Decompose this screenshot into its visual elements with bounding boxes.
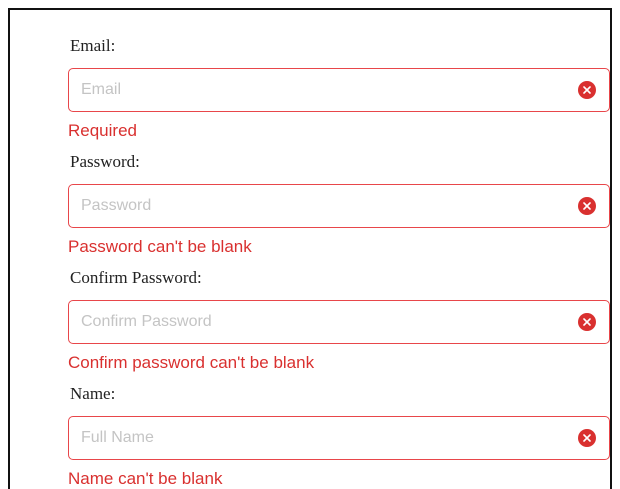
name-clear-icon[interactable] [578,429,596,447]
confirm-password-label: Confirm Password: [70,268,202,287]
name-form-item: Name: Name can't be blank [68,366,612,488]
name-label: Name: [70,384,116,403]
confirm-password-label-colon: : [197,268,202,287]
password-clear-icon[interactable] [578,197,596,215]
confirm-password-clear-icon[interactable] [578,313,596,331]
confirm-password-input-wrapper [68,300,610,344]
name-error-message: Name can't be blank [68,469,223,488]
password-label-colon: : [135,152,140,171]
password-label: Password: [70,152,140,171]
email-input-wrapper [68,68,610,112]
email-input[interactable] [69,69,549,111]
email-label: Email: [70,36,116,55]
confirm-password-form-item: Confirm Password: Confirm password can't… [68,250,612,372]
password-input[interactable] [69,185,549,227]
password-input-wrapper [68,184,610,228]
name-input-wrapper [68,416,610,460]
email-label-colon: : [110,36,116,55]
confirm-password-input[interactable] [69,301,549,343]
full-name-input[interactable] [69,417,549,459]
form-panel: Email: Required Password: Password can't… [8,8,612,489]
signup-form: Email: Required Password: Password can't… [68,18,612,488]
name-label-colon: : [110,384,116,403]
password-form-item: Password: Password can't be blank [68,134,612,256]
email-clear-icon[interactable] [578,81,596,99]
email-form-item: Email: Required [68,18,612,140]
